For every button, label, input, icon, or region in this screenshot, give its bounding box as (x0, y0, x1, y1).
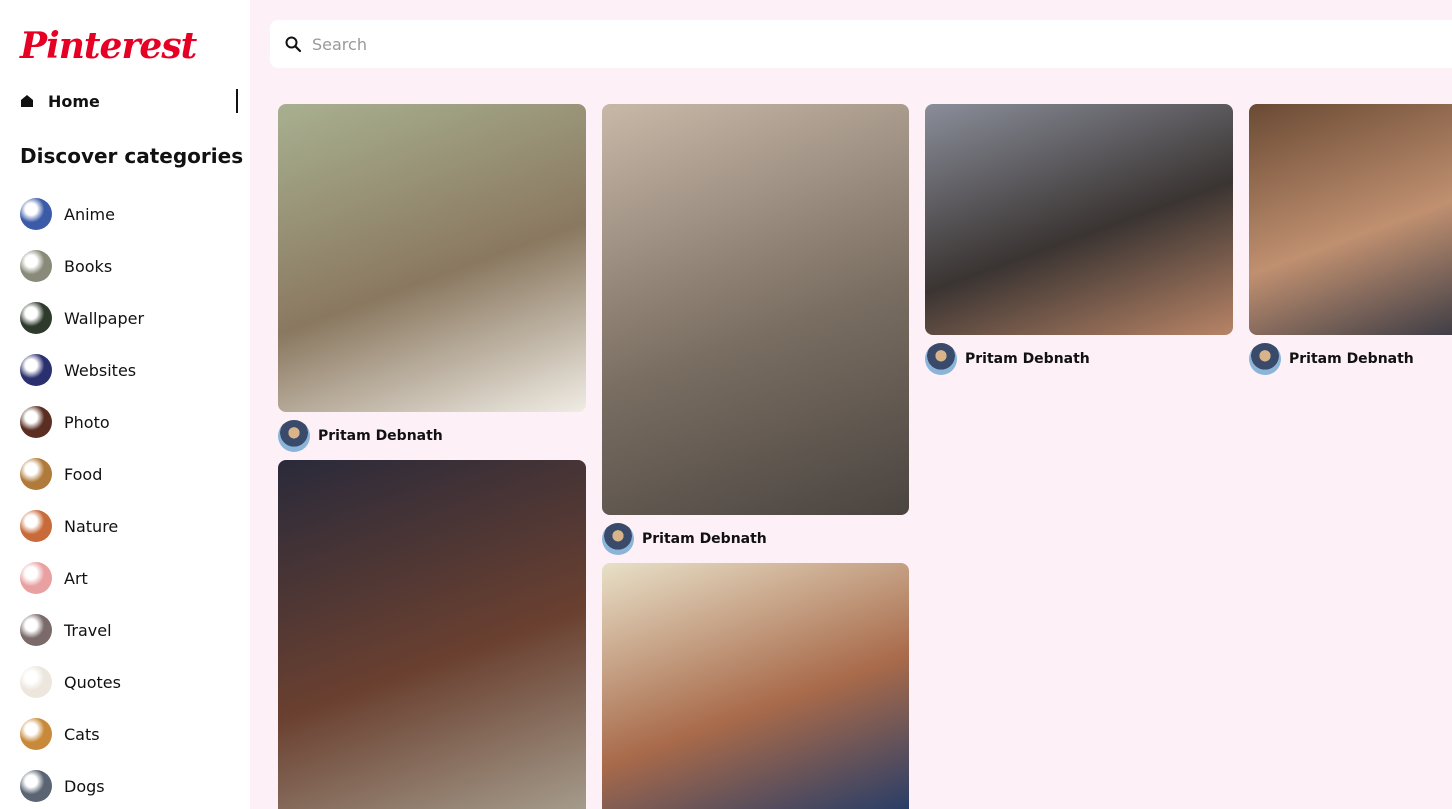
avatar (278, 420, 310, 452)
category-thumbnail (20, 302, 52, 334)
pin-image[interactable] (925, 104, 1233, 335)
discover-categories-heading: Discover categories (20, 144, 244, 168)
category-label: Books (64, 256, 113, 276)
category-label: Food (64, 464, 103, 484)
sidebar: Pinterest Home Discover categories Anime… (0, 0, 250, 809)
category-thumbnail (20, 406, 52, 438)
category-label: Websites (64, 360, 137, 380)
home-label: Home (48, 91, 100, 111)
author-name: Pritam Debnath (318, 428, 443, 444)
category-item-books[interactable]: Books (20, 240, 144, 292)
category-thumbnail (20, 718, 52, 750)
author-name: Pritam Debnath (965, 351, 1090, 367)
category-list: Anime Books Wallpaper Websites Photo Foo… (20, 188, 144, 809)
category-thumbnail (20, 770, 52, 802)
pin-image[interactable] (278, 104, 586, 412)
pin-author[interactable]: Pritam Debnath (1249, 343, 1414, 375)
category-thumbnail (20, 562, 52, 594)
pinterest-logo[interactable]: Pinterest (20, 24, 197, 68)
category-thumbnail (20, 458, 52, 490)
category-item-quotes[interactable]: Quotes (20, 656, 144, 708)
category-item-art[interactable]: Art (20, 552, 144, 604)
category-thumbnail (20, 510, 52, 542)
search-bar[interactable] (270, 20, 1452, 68)
pin-image[interactable] (1249, 104, 1452, 335)
nav-home[interactable]: Home (20, 88, 238, 114)
avatar (1249, 343, 1281, 375)
category-item-food[interactable]: Food (20, 448, 144, 500)
category-item-travel[interactable]: Travel (20, 604, 144, 656)
category-label: Quotes (64, 672, 121, 692)
search-input[interactable] (312, 34, 1412, 54)
category-label: Art (64, 568, 88, 588)
category-thumbnail (20, 250, 52, 282)
category-thumbnail (20, 614, 52, 646)
search-icon (285, 36, 302, 53)
category-thumbnail (20, 354, 52, 386)
category-thumbnail (20, 198, 52, 230)
pin-image[interactable] (602, 563, 909, 809)
category-label: Dogs (64, 776, 105, 796)
category-label: Photo (64, 412, 110, 432)
category-item-websites[interactable]: Websites (20, 344, 144, 396)
category-label: Nature (64, 516, 119, 536)
pin-image[interactable] (602, 104, 909, 515)
category-item-photo[interactable]: Photo (20, 396, 144, 448)
category-label: Travel (64, 620, 112, 640)
category-label: Wallpaper (64, 308, 145, 328)
category-label: Anime (64, 204, 115, 224)
logo-text: Pinterest (20, 25, 197, 67)
category-label: Cats (64, 724, 100, 744)
category-item-nature[interactable]: Nature (20, 500, 144, 552)
author-name: Pritam Debnath (1289, 351, 1414, 367)
home-icon (21, 95, 33, 107)
pin-image[interactable] (278, 460, 586, 809)
category-item-dogs[interactable]: Dogs (20, 760, 144, 809)
active-indicator (236, 89, 238, 113)
pin-author[interactable]: Pritam Debnath (278, 420, 443, 452)
category-item-anime[interactable]: Anime (20, 188, 144, 240)
author-name: Pritam Debnath (642, 531, 767, 547)
category-item-cats[interactable]: Cats (20, 708, 144, 760)
avatar (925, 343, 957, 375)
avatar (602, 523, 634, 555)
pin-author[interactable]: Pritam Debnath (602, 523, 767, 555)
category-thumbnail (20, 666, 52, 698)
category-item-wallpaper[interactable]: Wallpaper (20, 292, 144, 344)
pin-author[interactable]: Pritam Debnath (925, 343, 1090, 375)
